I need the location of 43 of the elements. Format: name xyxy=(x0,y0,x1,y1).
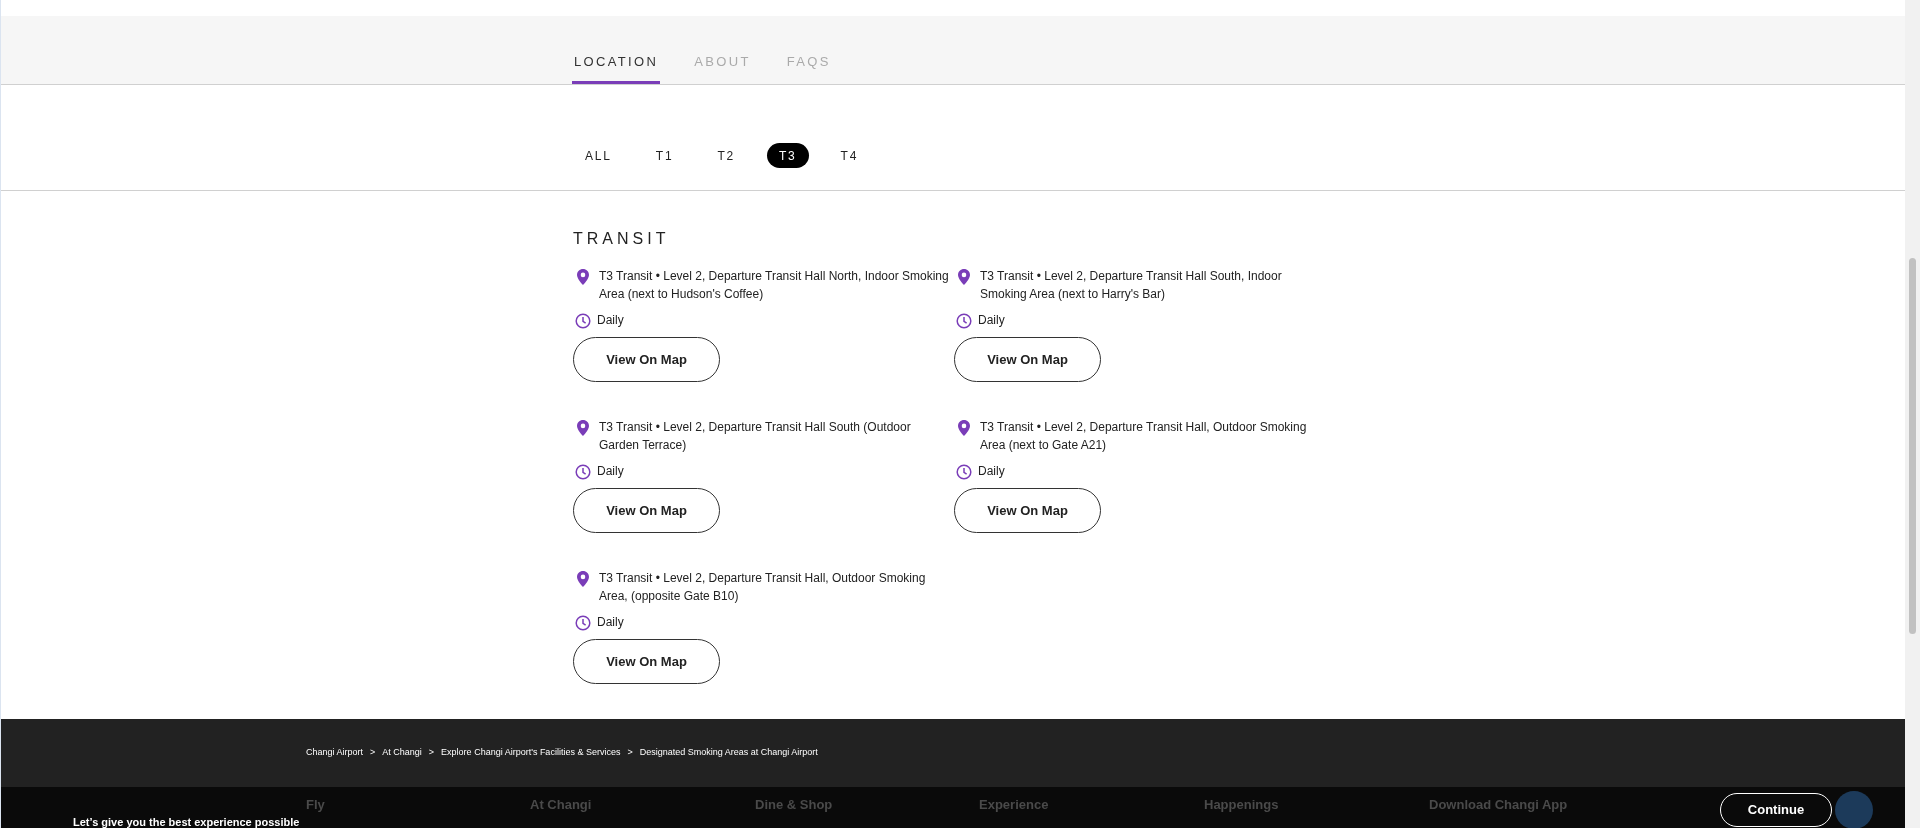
terminal-filter[interactable]: ALL xyxy=(573,143,624,168)
location-pin-icon xyxy=(577,269,589,285)
terminal-filter[interactable]: T1 xyxy=(643,143,686,168)
section-heading: TRANSIT xyxy=(573,229,671,249)
location-address: T3 Transit • Level 2, Departure Transit Hall South (Outdoor Garden Terrace) xyxy=(599,419,912,454)
footer-heading: Happenings xyxy=(1204,796,1280,814)
location-address: T3 Transit • Level 2, Departure Transit Hall South, Indoor Smoking Area (next to Harry's Bar) xyxy=(980,268,1283,303)
terminal-filter[interactable]: T4 xyxy=(828,143,871,168)
opening-hours: Daily xyxy=(978,463,1005,480)
clock-icon xyxy=(956,313,972,329)
scrollbar[interactable] xyxy=(1905,0,1920,828)
footer-heading: Dine & Shop xyxy=(755,796,834,814)
footer-heading: At Changi xyxy=(530,796,593,814)
cookie-banner-title: Let’s give you the best experience possible xyxy=(73,815,300,828)
location-pin-icon xyxy=(577,571,589,587)
clock-icon xyxy=(575,313,591,329)
location-address: T3 Transit • Level 2, Departure Transit Hall, Outdoor Smoking Area, (opposite Gate B10) xyxy=(599,570,927,605)
location-address: T3 Transit • Level 2, Departure Transit Hall North, Indoor Smoking Area (next to Hudson's Coffee) xyxy=(599,268,949,303)
opening-hours: Daily xyxy=(597,614,624,631)
breadcrumb-link[interactable]: Designated Smoking Areas at Changi Airport xyxy=(639,746,818,760)
footer-heading: Download Changi App xyxy=(1429,796,1569,814)
breadcrumb-link[interactable]: At Changi xyxy=(382,746,422,760)
location-pin-icon xyxy=(958,420,970,436)
clock-icon xyxy=(956,464,972,480)
terminal-filter[interactable]: T3 xyxy=(767,143,809,168)
location-pin-icon xyxy=(958,269,970,285)
breadcrumb-separator: > xyxy=(627,746,633,760)
breadcrumb-link[interactable]: Explore Changi Airport's Facilities & Services xyxy=(441,746,621,760)
opening-hours: Daily xyxy=(597,463,624,480)
footer-heading: Fly xyxy=(306,796,326,814)
chat-avatar-icon[interactable] xyxy=(1835,791,1873,828)
clock-icon xyxy=(575,464,591,480)
opening-hours: Daily xyxy=(597,312,624,329)
location-address: T3 Transit • Level 2, Departure Transit Hall, Outdoor Smoking Area (next to Gate A21) xyxy=(980,419,1308,454)
breadcrumb-separator: > xyxy=(428,746,435,760)
footer-heading: Experience xyxy=(979,796,1050,814)
opening-hours: Daily xyxy=(978,312,1005,329)
breadcrumb-separator: > xyxy=(370,746,376,760)
clock-icon xyxy=(575,615,591,631)
tab[interactable]: LOCATION xyxy=(572,51,661,84)
breadcrumb-link[interactable]: Changi Airport xyxy=(306,746,364,760)
location-pin-icon xyxy=(577,420,589,436)
terminal-filter[interactable]: T2 xyxy=(705,143,747,168)
